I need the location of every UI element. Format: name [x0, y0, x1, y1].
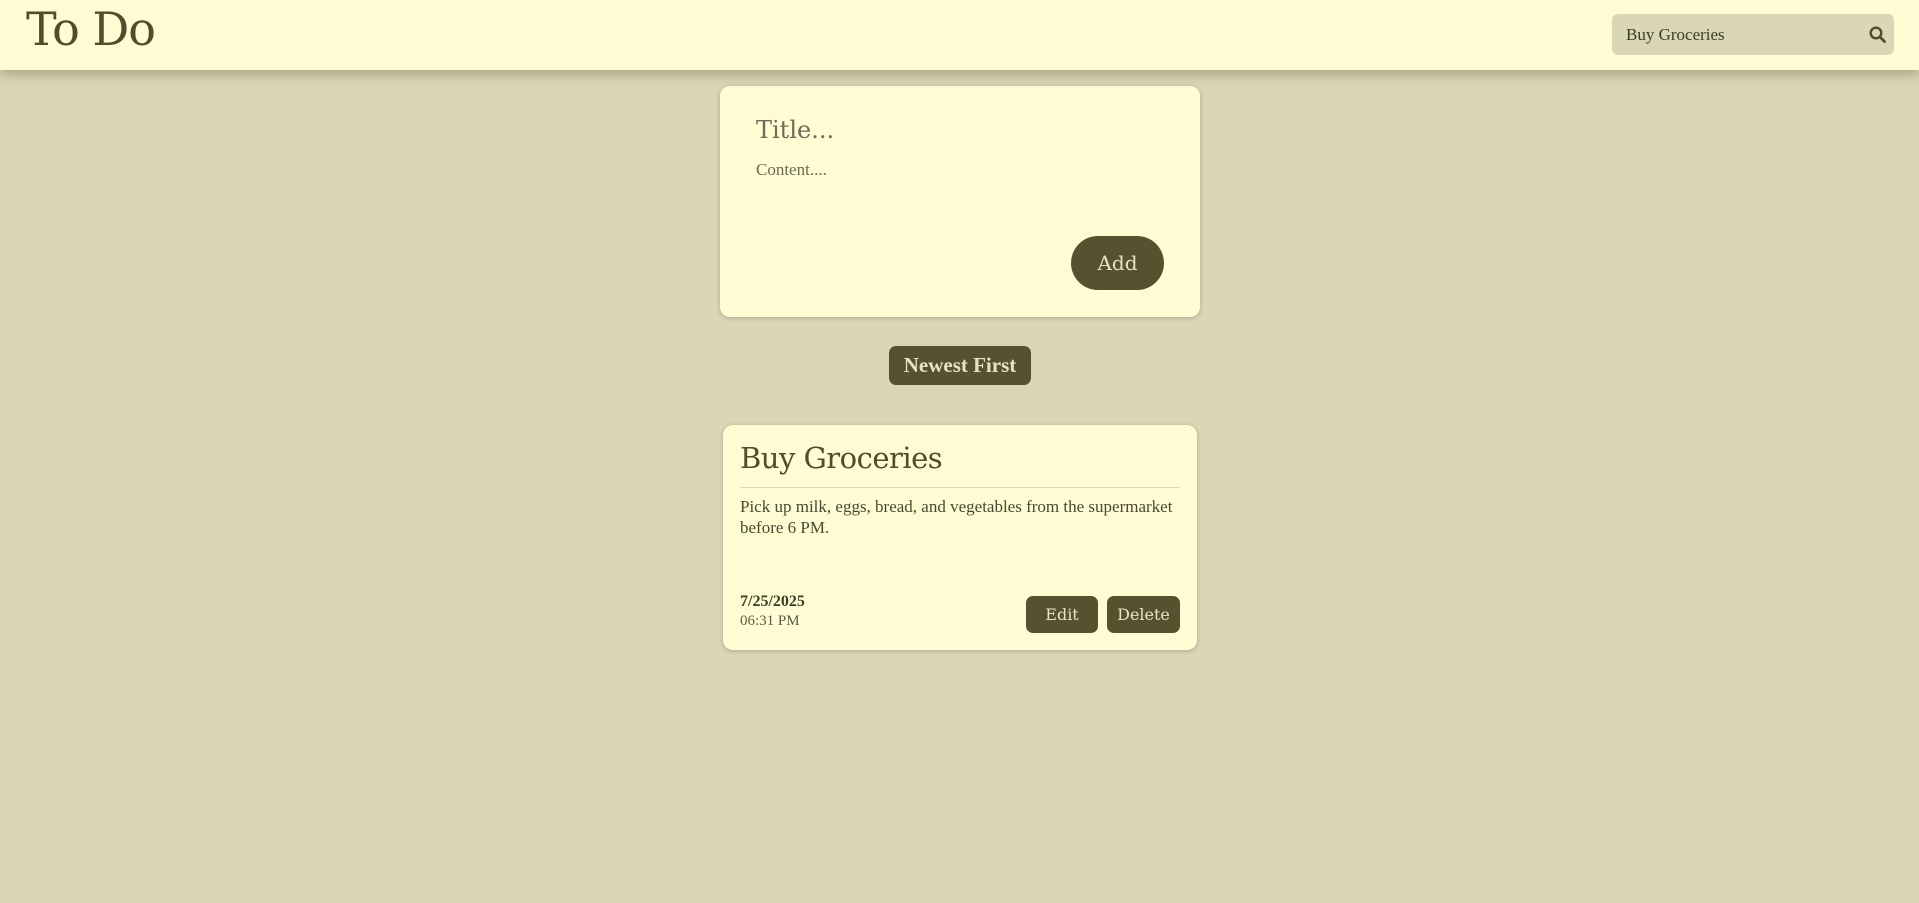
app-title: To Do [26, 2, 156, 56]
delete-button[interactable]: Delete [1107, 596, 1180, 633]
app-header: To Do [0, 0, 1919, 70]
search-input[interactable] [1612, 14, 1860, 55]
note-card: Buy Groceries Pick up milk, eggs, bread,… [723, 425, 1197, 650]
search-box [1612, 14, 1894, 55]
note-date: 7/25/2025 [740, 593, 805, 610]
add-button[interactable]: Add [1071, 236, 1164, 290]
content-input[interactable] [756, 160, 1156, 220]
search-icon[interactable] [1860, 14, 1894, 55]
note-divider [740, 487, 1180, 488]
note-title: Buy Groceries [740, 441, 943, 475]
sort-newest-first-button[interactable]: Newest First [889, 346, 1031, 385]
note-content: Pick up milk, eggs, bread, and vegetable… [740, 497, 1173, 537]
title-input[interactable] [756, 110, 1156, 150]
edit-button[interactable]: Edit [1026, 596, 1098, 633]
note-time: 06:31 PM [740, 613, 800, 629]
create-note-card: Add [720, 86, 1200, 317]
